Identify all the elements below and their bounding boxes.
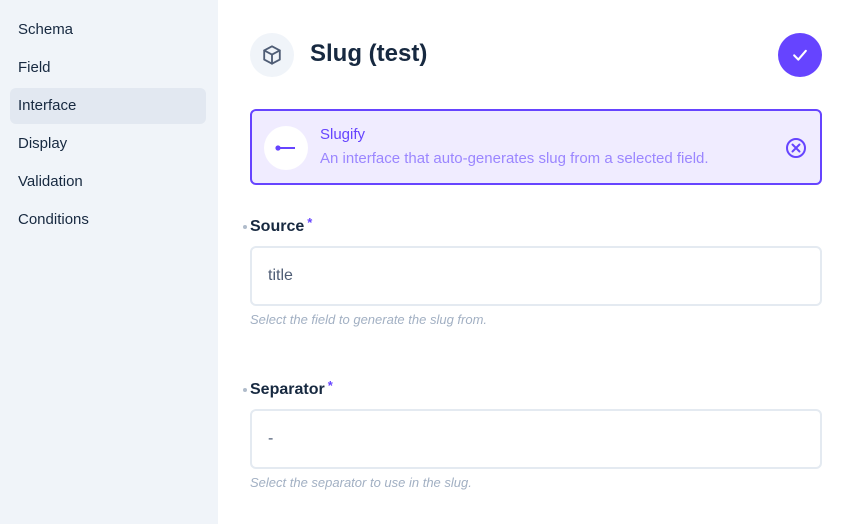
- source-hint: Select the field to generate the slug fr…: [250, 312, 488, 327]
- required-marker: *: [327, 378, 333, 393]
- save-button[interactable]: [778, 33, 822, 77]
- main-content: Slug (test) Slugify An interface that au…: [218, 0, 854, 524]
- sidebar-item-validation[interactable]: Validation: [10, 164, 206, 200]
- source-label-text: Source: [250, 218, 305, 235]
- sidebar-item-interface[interactable]: Interface: [10, 88, 206, 124]
- source-field-label: Source *: [250, 215, 313, 236]
- check-icon: [793, 49, 807, 61]
- source-input[interactable]: title: [250, 246, 822, 306]
- page-title: Slug (test): [310, 40, 428, 67]
- separator-hint: Select the separator to use in the slug.: [250, 475, 472, 490]
- sidebar-item-field[interactable]: Field: [10, 50, 206, 86]
- close-circle-icon[interactable]: [784, 136, 808, 160]
- box-icon: [250, 33, 294, 77]
- interface-name: Slugify: [320, 126, 366, 143]
- sidebar: Schema Field Interface Display Validatio…: [0, 0, 218, 524]
- separator-input[interactable]: -: [250, 409, 822, 469]
- separator-field-label: Separator *: [250, 378, 333, 399]
- sidebar-item-schema[interactable]: Schema: [10, 12, 206, 48]
- sidebar-item-display[interactable]: Display: [10, 126, 206, 162]
- sidebar-item-conditions[interactable]: Conditions: [10, 202, 206, 238]
- separator-label-text: Separator: [250, 381, 325, 398]
- field-dot: [243, 388, 247, 392]
- field-dot: [243, 225, 247, 229]
- interface-description: An interface that auto-generates slug fr…: [320, 150, 709, 167]
- slug-line-icon: [264, 126, 308, 170]
- selected-interface-card[interactable]: Slugify An interface that auto-generates…: [250, 109, 822, 185]
- required-marker: *: [307, 215, 313, 230]
